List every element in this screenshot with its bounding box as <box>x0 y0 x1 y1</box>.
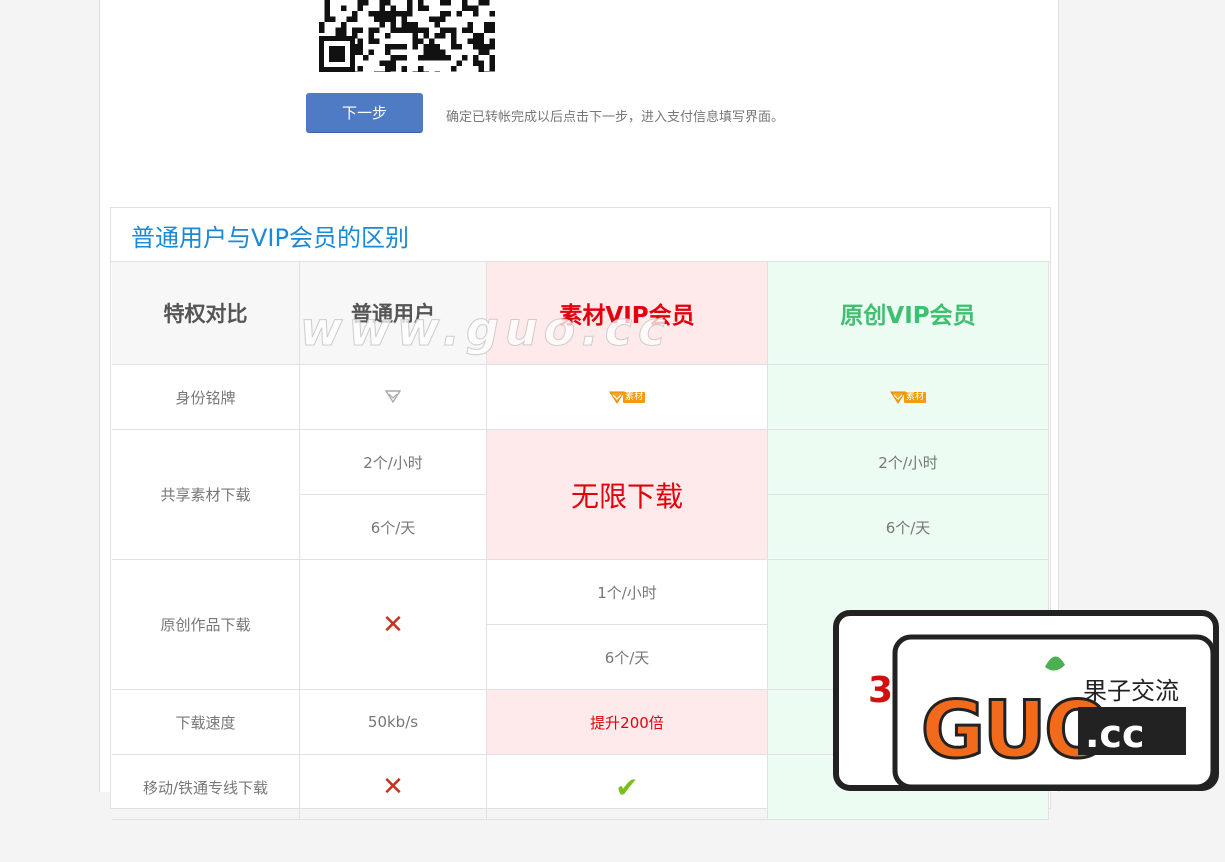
header-sucai-vip: 素材VIP会员 <box>487 262 768 365</box>
next-step-button[interactable]: 下一步 <box>306 93 423 132</box>
original-sucai-daily: 6个/天 <box>487 625 768 690</box>
header-privilege: 特权对比 <box>112 262 300 365</box>
row-label-identity: 身份铭牌 <box>112 365 300 430</box>
qr-code <box>319 0 495 72</box>
site-logo: 3 GUO 果子交流 .cc <box>833 607 1225 792</box>
row-label-speed: 下载速度 <box>112 690 300 755</box>
shared-normal-hourly: 2个/小时 <box>300 430 487 495</box>
svg-text:.cc: .cc <box>1085 712 1145 756</box>
qr-code-graphic <box>319 0 495 72</box>
original-normal: ✕ <box>300 560 487 690</box>
next-step-hint: 确定已转帐完成以后点击下一步，进入支付信息填写界面。 <box>446 110 785 125</box>
shared-normal-daily: 6个/天 <box>300 495 487 560</box>
original-sucai-hourly: 1个/小时 <box>487 560 768 625</box>
identity-normal <box>300 365 487 430</box>
speed-normal: 50kb/s <box>300 690 487 755</box>
sucai-badge: 素材 <box>609 391 645 404</box>
shared-yuanchuang-daily: 6个/天 <box>768 495 1049 560</box>
row-label-shared-download: 共享素材下载 <box>112 430 300 560</box>
mobile-sucai: ✔ <box>487 755 768 820</box>
identity-sucai: 素材 <box>487 365 768 430</box>
cross-icon: ✕ <box>382 609 404 640</box>
cross-icon: ✕ <box>382 772 404 802</box>
sucai-badge-tag: 素材 <box>622 391 645 403</box>
row-label-mobile-line: 移动/铁通专线下载 <box>112 755 300 820</box>
logo-graphic: 3 GUO 果子交流 .cc <box>833 610 1219 791</box>
speed-sucai: 提升200倍 <box>487 690 768 755</box>
yuanchuang-badge-tag: 素材 <box>903 391 926 403</box>
yuanchuang-badge: 素材 <box>890 391 926 404</box>
svg-text:果子交流: 果子交流 <box>1083 677 1179 705</box>
check-icon: ✔ <box>615 770 639 804</box>
header-normal-user: 普通用户 <box>300 262 487 365</box>
shared-yuanchuang-hourly: 2个/小时 <box>768 430 1049 495</box>
shared-sucai-unlimited: 无限下载 <box>487 430 768 560</box>
diamond-icon <box>384 390 402 404</box>
row-label-original-download: 原创作品下载 <box>112 560 300 690</box>
mobile-normal: ✕ <box>300 755 487 820</box>
comparison-title: 普通用户与VIP会员的区别 <box>131 224 409 252</box>
identity-yuanchuang: 素材 <box>768 365 1049 430</box>
svg-text:3: 3 <box>868 670 893 711</box>
header-yuanchuang-vip: 原创VIP会员 <box>768 262 1049 365</box>
